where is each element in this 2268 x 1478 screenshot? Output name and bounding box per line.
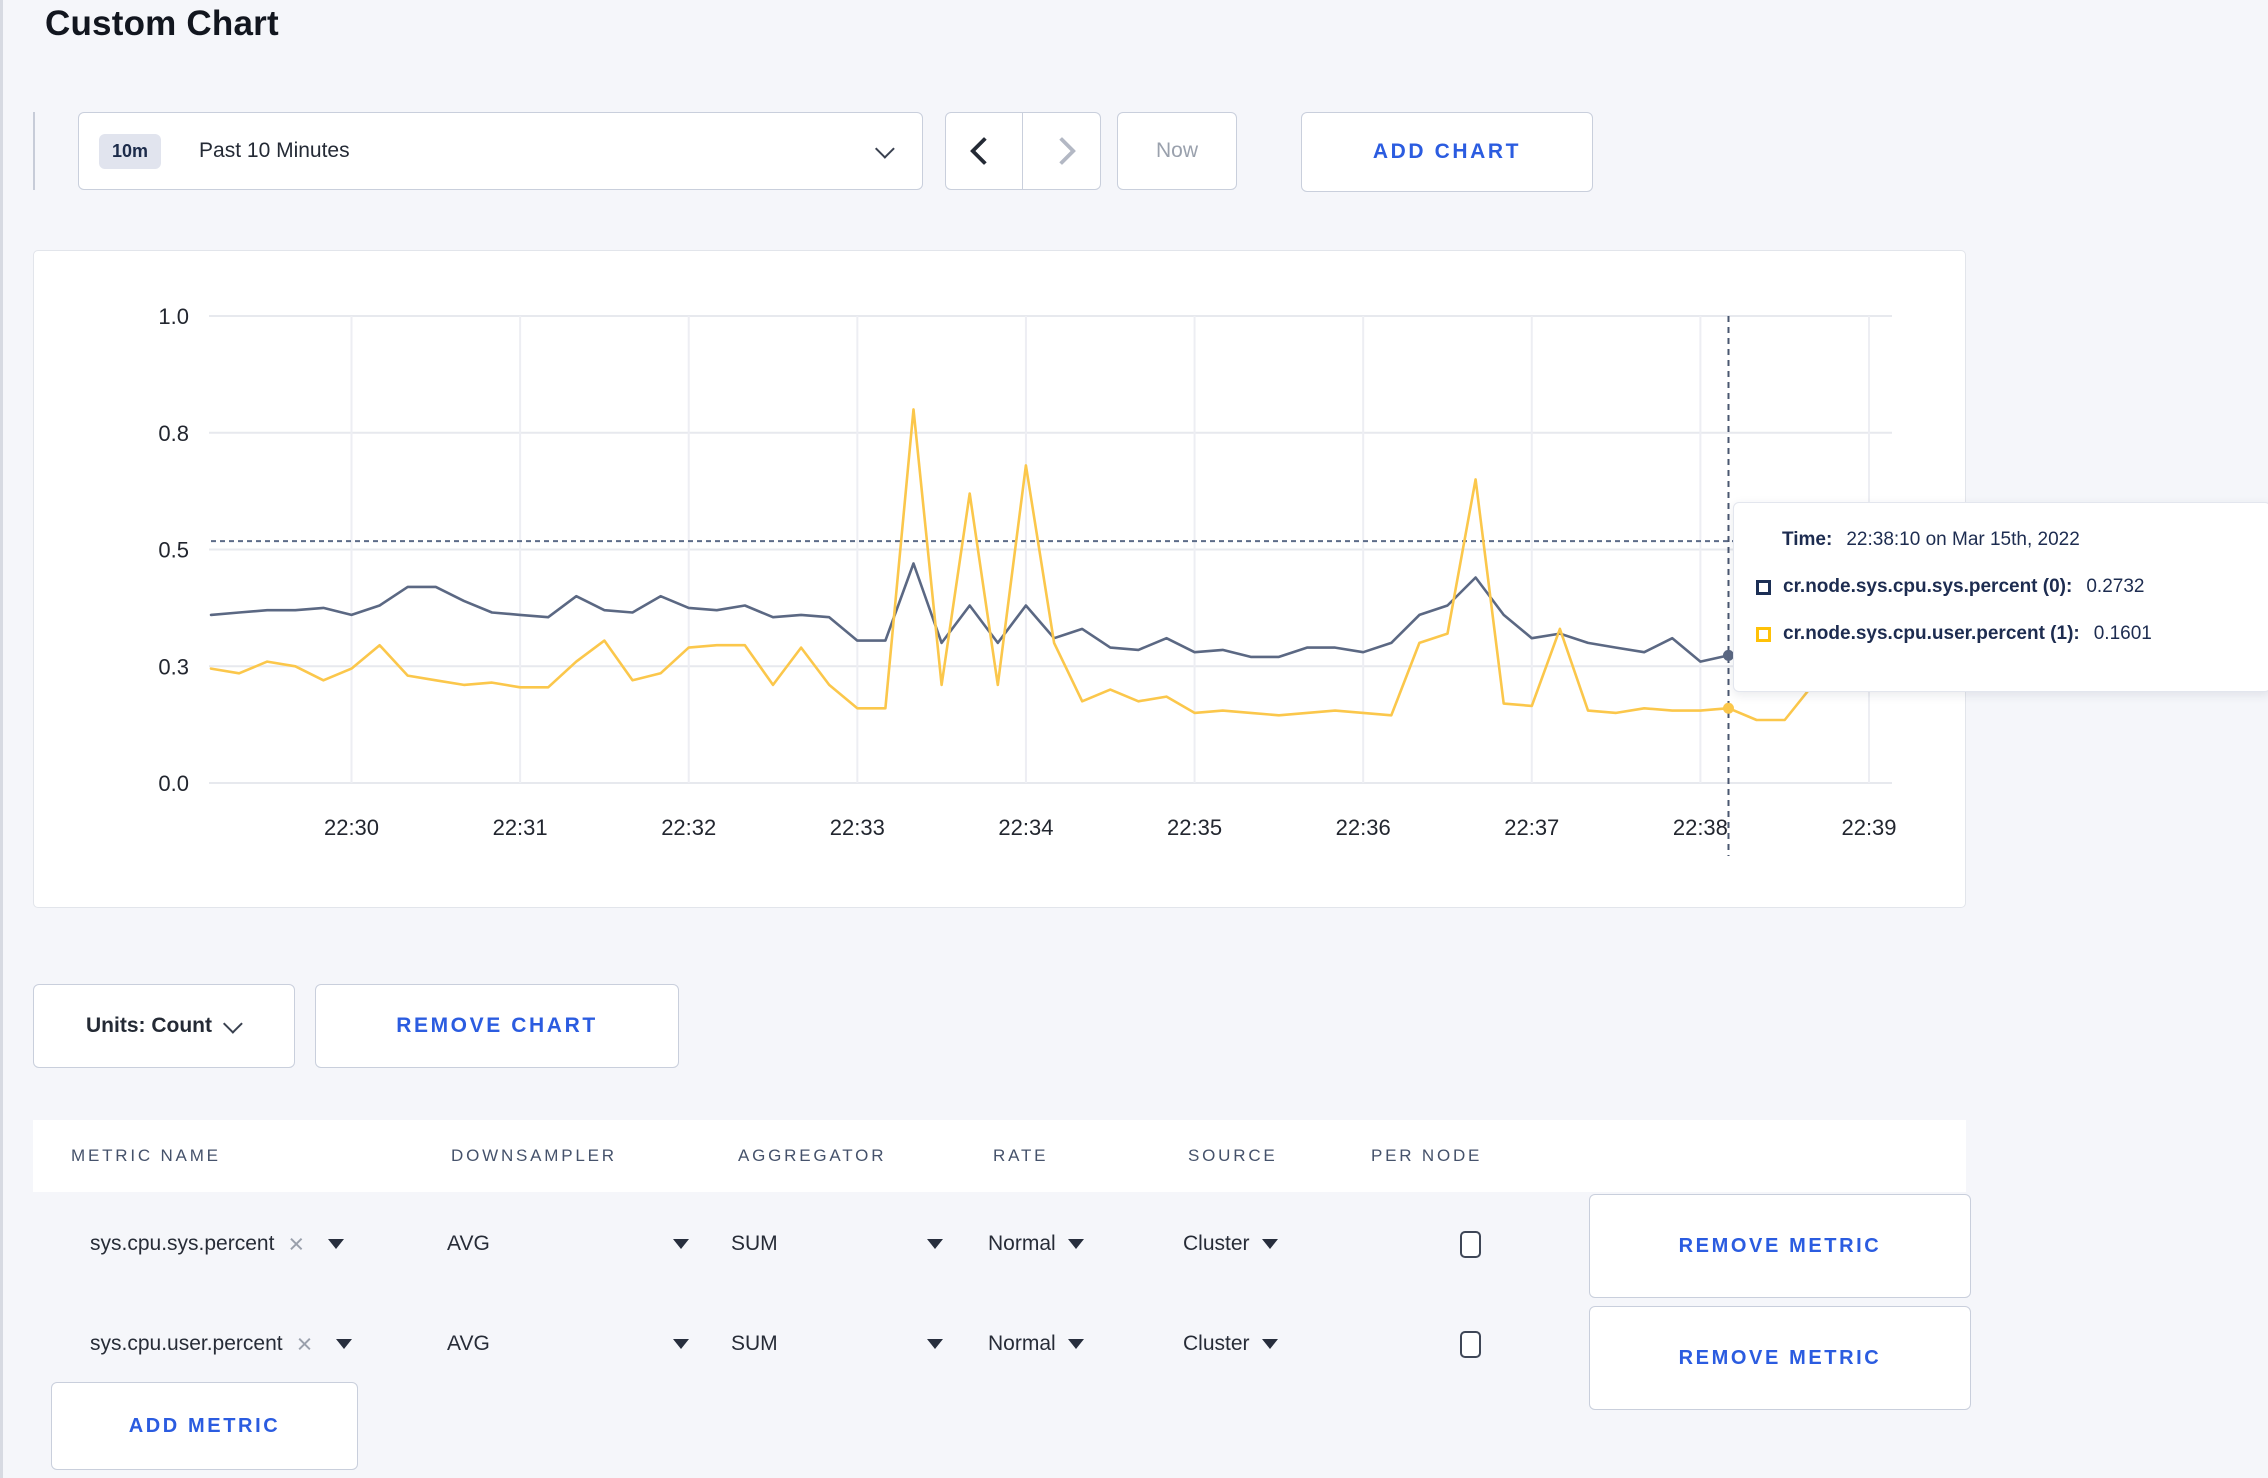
per-node-checkbox[interactable] <box>1460 1330 1481 1358</box>
table-row: sys.cpu.sys.percent × AVG SUM Normal Clu… <box>33 1194 1971 1298</box>
tooltip-series-row: cr.node.sys.cpu.user.percent (1): 0.1601 <box>1756 623 2268 645</box>
col-header-downsampler: DOWNSAMPLER <box>451 1146 617 1165</box>
time-back-button[interactable] <box>945 112 1023 190</box>
x-tick-label: 22:30 <box>324 815 379 840</box>
metric-name-select[interactable]: sys.cpu.sys.percent × <box>90 1196 345 1292</box>
caret-down-icon <box>328 1239 345 1249</box>
chevron-down-icon <box>222 1013 243 1034</box>
x-tick-label: 22:38 <box>1673 815 1728 840</box>
caret-down-icon <box>927 1339 943 1349</box>
rate-select[interactable]: Normal <box>988 1296 1084 1392</box>
aggregator-select[interactable]: SUM <box>731 1196 943 1292</box>
source-select[interactable]: Cluster <box>1183 1296 1278 1392</box>
clear-metric-icon[interactable]: × <box>297 1330 313 1358</box>
series-line <box>209 408 1871 722</box>
units-select[interactable]: Units: Count <box>33 984 295 1068</box>
tooltip-series-row: cr.node.sys.cpu.sys.percent (0): 0.2732 <box>1756 576 2268 598</box>
source-value: Cluster <box>1183 1332 1250 1355</box>
tooltip-series-value: 0.2732 <box>2086 576 2145 597</box>
y-tick-label: 0.8 <box>158 421 189 446</box>
downsampler-select[interactable]: AVG <box>447 1296 689 1392</box>
aggregator-select[interactable]: SUM <box>731 1296 943 1392</box>
caret-down-icon <box>1261 1339 1278 1349</box>
tooltip-series-label: cr.node.sys.cpu.user.percent (1): <box>1783 623 2080 644</box>
page-title: Custom Chart <box>45 4 279 43</box>
series-line <box>209 562 1871 663</box>
tooltip-series-value: 0.1601 <box>2093 623 2152 644</box>
y-tick-label: 0.3 <box>158 654 189 679</box>
caret-down-icon <box>673 1239 689 1249</box>
rate-select[interactable]: Normal <box>988 1196 1084 1292</box>
chevron-left-icon <box>969 136 999 166</box>
time-pager <box>945 112 1101 190</box>
per-node-cell <box>1460 1296 1481 1392</box>
y-tick-label: 1.0 <box>158 304 189 329</box>
chevron-down-icon <box>874 138 895 159</box>
x-tick-label: 22:37 <box>1504 815 1559 840</box>
x-tick-label: 22:34 <box>998 815 1053 840</box>
time-forward-button[interactable] <box>1023 112 1101 190</box>
caret-down-icon <box>673 1339 689 1349</box>
x-tick-label: 22:33 <box>830 815 885 840</box>
tooltip-time-row: Time: 22:38:10 on Mar 15th, 2022 <box>1756 529 2268 551</box>
tooltip-time-value: 22:38:10 on Mar 15th, 2022 <box>1846 529 2080 550</box>
remove-metric-button[interactable]: REMOVE METRIC <box>1589 1306 1971 1410</box>
chevron-right-icon <box>1047 136 1076 166</box>
metric-name-select[interactable]: sys.cpu.user.percent × <box>90 1296 353 1392</box>
remove-chart-button[interactable]: REMOVE CHART <box>315 984 679 1068</box>
add-chart-button[interactable]: ADD CHART <box>1301 112 1593 192</box>
x-tick-label: 22:31 <box>493 815 548 840</box>
per-node-cell <box>1460 1196 1481 1292</box>
y-tick-label: 0.5 <box>158 538 189 563</box>
aggregator-value: SUM <box>731 1232 778 1255</box>
crosshair-point <box>1722 702 1734 714</box>
caret-down-icon <box>927 1239 943 1249</box>
rate-value: Normal <box>988 1332 1056 1355</box>
aggregator-value: SUM <box>731 1332 778 1355</box>
x-tick-label: 22:32 <box>661 815 716 840</box>
col-header-source: SOURCE <box>1188 1146 1278 1165</box>
x-tick-label: 22:35 <box>1167 815 1222 840</box>
chart-card: 0.0 0.3 0.5 0.8 1.0 22:30 22:31 22:32 22:33 22:34… <box>33 250 1966 908</box>
tooltip-time-label: Time: <box>1782 529 1833 550</box>
caret-down-icon <box>1261 1239 1278 1249</box>
source-select[interactable]: Cluster <box>1183 1196 1278 1292</box>
col-header-rate: RATE <box>993 1146 1049 1165</box>
downsampler-select[interactable]: AVG <box>447 1196 689 1292</box>
toolbar-divider <box>33 112 35 190</box>
downsampler-value: AVG <box>447 1332 490 1355</box>
caret-down-icon <box>336 1339 353 1349</box>
now-button[interactable]: Now <box>1117 112 1237 190</box>
custom-chart-page: Custom Chart 10m Past 10 Minutes Now ADD… <box>0 0 2268 1478</box>
x-tick-label: 22:39 <box>1841 815 1896 840</box>
table-row: sys.cpu.user.percent × AVG SUM Normal Cl… <box>33 1296 1971 1410</box>
caret-down-icon <box>1067 1339 1084 1349</box>
timeseries-chart[interactable]: 0.0 0.3 0.5 0.8 1.0 22:30 22:31 22:32 22:33 22:34… <box>34 251 1967 909</box>
x-tick-label: 22:36 <box>1336 815 1391 840</box>
time-window-badge: 10m <box>99 133 162 169</box>
downsampler-value: AVG <box>447 1232 490 1255</box>
series-swatch-icon <box>1756 579 1771 595</box>
time-window-label: Past 10 Minutes <box>199 139 350 162</box>
col-header-aggregator: AGGREGATOR <box>738 1146 887 1165</box>
metric-name-value: sys.cpu.user.percent <box>90 1332 283 1355</box>
col-header-per-node: PER NODE <box>1371 1146 1483 1165</box>
source-value: Cluster <box>1183 1232 1250 1255</box>
rate-value: Normal <box>988 1232 1056 1255</box>
series-swatch-icon <box>1756 626 1771 642</box>
units-label: Units: Count <box>86 1014 212 1037</box>
metric-name-value: sys.cpu.sys.percent <box>90 1232 275 1255</box>
caret-down-icon <box>1067 1239 1084 1249</box>
chart-hover-tooltip: Time: 22:38:10 on Mar 15th, 2022 cr.node… <box>1733 502 2268 692</box>
time-range-select[interactable]: 10m Past 10 Minutes <box>78 112 923 190</box>
remove-metric-button[interactable]: REMOVE METRIC <box>1589 1194 1971 1298</box>
col-header-metric-name: METRIC NAME <box>71 1146 221 1165</box>
metrics-table-header: METRIC NAME DOWNSAMPLER AGGREGATOR RATE … <box>33 1120 1966 1192</box>
per-node-checkbox[interactable] <box>1460 1230 1481 1258</box>
y-tick-label: 0.0 <box>158 771 189 796</box>
tooltip-series-label: cr.node.sys.cpu.sys.percent (0): <box>1783 576 2073 597</box>
add-metric-button[interactable]: ADD METRIC <box>51 1382 358 1470</box>
clear-metric-icon[interactable]: × <box>288 1230 304 1258</box>
